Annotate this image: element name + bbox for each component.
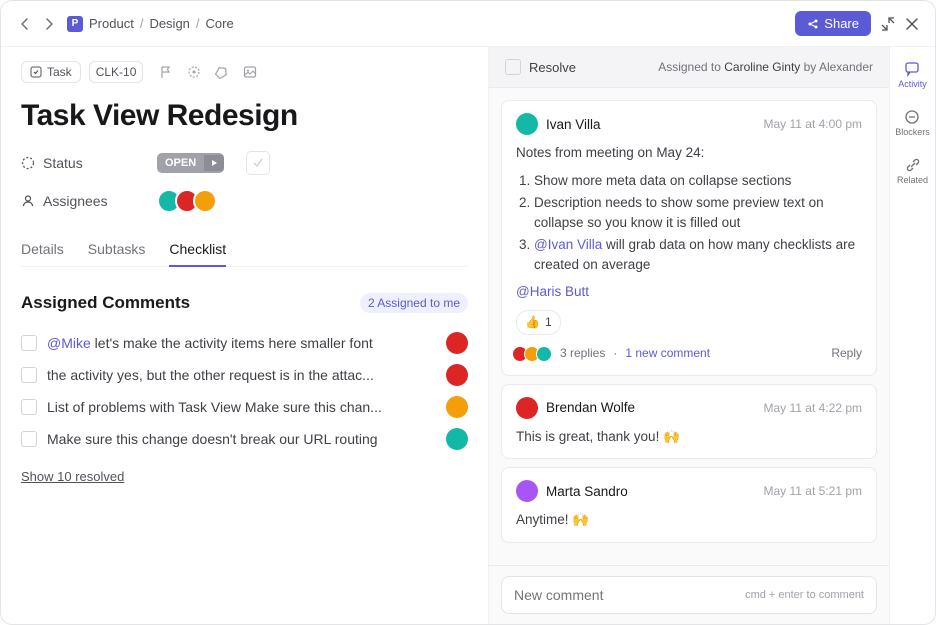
comment-author: Brendan Wolfe xyxy=(546,400,635,415)
replies-count[interactable]: 3 replies xyxy=(560,345,605,362)
resolve-checkbox[interactable] xyxy=(505,59,521,75)
breadcrumb-item[interactable]: Product xyxy=(89,16,134,31)
play-icon xyxy=(204,155,224,171)
tab-subtasks[interactable]: Subtasks xyxy=(88,233,146,266)
image-icon[interactable] xyxy=(243,65,257,79)
tag-icon[interactable] xyxy=(215,65,229,79)
rail-related[interactable]: Related xyxy=(897,157,928,185)
comment-checkbox[interactable] xyxy=(21,431,37,447)
avatar xyxy=(446,396,468,418)
status-icon xyxy=(21,156,35,170)
flag-icon[interactable] xyxy=(159,65,173,79)
reply-button[interactable]: Reply xyxy=(831,345,862,362)
comment-row[interactable]: List of problems with Task View Make sur… xyxy=(21,391,468,423)
comment-input[interactable] xyxy=(514,587,745,603)
show-resolved-link[interactable]: Show 10 resolved xyxy=(21,469,124,484)
status-pill[interactable]: OPEN xyxy=(157,153,224,173)
comment-row[interactable]: @Mike let's make the activity items here… xyxy=(21,327,468,359)
comment-timestamp: May 11 at 4:00 pm xyxy=(764,117,863,131)
avatar xyxy=(516,480,538,502)
task-type-chip[interactable]: Task xyxy=(21,61,81,83)
complete-checkbox[interactable] xyxy=(246,151,270,175)
avatar xyxy=(446,332,468,354)
nav-back[interactable] xyxy=(17,16,33,32)
comment-composer[interactable]: cmd + enter to comment xyxy=(501,576,877,614)
comment-text: List of problems with Task View Make sur… xyxy=(47,399,436,415)
app-logo-icon: P xyxy=(67,16,83,32)
comment-text: the activity yes, but the other request … xyxy=(47,367,436,383)
breadcrumb[interactable]: P Product / Design / Core xyxy=(67,16,234,32)
comment-author: Ivan Villa xyxy=(546,117,601,132)
comment-row[interactable]: Make sure this change doesn't break our … xyxy=(21,423,468,455)
breadcrumb-item[interactable]: Design xyxy=(149,16,189,31)
resolve-label[interactable]: Resolve xyxy=(529,60,576,75)
comment-timestamp: May 11 at 5:21 pm xyxy=(764,484,863,498)
page-title: Task View Redesign xyxy=(21,99,468,133)
avatar xyxy=(446,428,468,450)
section-title: Assigned Comments xyxy=(21,293,190,313)
status-label: Status xyxy=(21,155,141,171)
assignees-label: Assignees xyxy=(21,193,141,209)
share-icon xyxy=(807,18,819,30)
task-id-chip[interactable]: CLK-10 xyxy=(89,61,144,83)
avatar xyxy=(516,113,538,135)
comment-text: Make sure this change doesn't break our … xyxy=(47,431,436,447)
comment-checkbox[interactable] xyxy=(21,399,37,415)
minus-circle-icon xyxy=(904,109,920,125)
rail-activity[interactable]: Activity xyxy=(898,61,927,89)
comment-checkbox[interactable] xyxy=(21,367,37,383)
comment-author: Marta Sandro xyxy=(546,484,628,499)
avatar xyxy=(193,189,217,213)
rail-blockers[interactable]: Blockers xyxy=(895,109,930,137)
avatar xyxy=(516,397,538,419)
assigned-count-pill[interactable]: 2 Assigned to me xyxy=(360,293,468,313)
chat-icon xyxy=(904,61,920,77)
comment-row[interactable]: the activity yes, but the other request … xyxy=(21,359,468,391)
comment-checkbox[interactable] xyxy=(21,335,37,351)
reaction-button[interactable]: 👍 1 xyxy=(516,310,561,335)
close-icon[interactable] xyxy=(905,17,919,31)
comment-text: @Mike let's make the activity items here… xyxy=(47,335,436,351)
comment-timestamp: May 11 at 4:22 pm xyxy=(764,401,863,415)
tab-checklist[interactable]: Checklist xyxy=(169,233,226,267)
assignee-avatars[interactable] xyxy=(157,189,217,213)
tab-details[interactable]: Details xyxy=(21,233,64,266)
new-comments-link[interactable]: 1 new comment xyxy=(625,345,710,362)
nav-forward[interactable] xyxy=(41,16,57,32)
person-icon xyxy=(21,194,35,208)
breadcrumb-item[interactable]: Core xyxy=(206,16,234,31)
collapse-icon[interactable] xyxy=(881,17,895,31)
target-icon[interactable] xyxy=(187,65,201,79)
composer-hint: cmd + enter to comment xyxy=(745,589,864,601)
task-icon xyxy=(30,66,42,78)
link-icon xyxy=(905,157,921,173)
comment-card: Ivan Villa May 11 at 4:00 pm Notes from … xyxy=(501,100,877,376)
share-button[interactable]: Share xyxy=(795,11,871,36)
avatar xyxy=(446,364,468,386)
assigned-to-text: Assigned to Caroline Ginty by Alexander xyxy=(658,60,873,74)
comment-card: Marta Sandro May 11 at 5:21 pm Anytime! … xyxy=(501,467,877,543)
comment-card: Brendan Wolfe May 11 at 4:22 pm This is … xyxy=(501,384,877,460)
